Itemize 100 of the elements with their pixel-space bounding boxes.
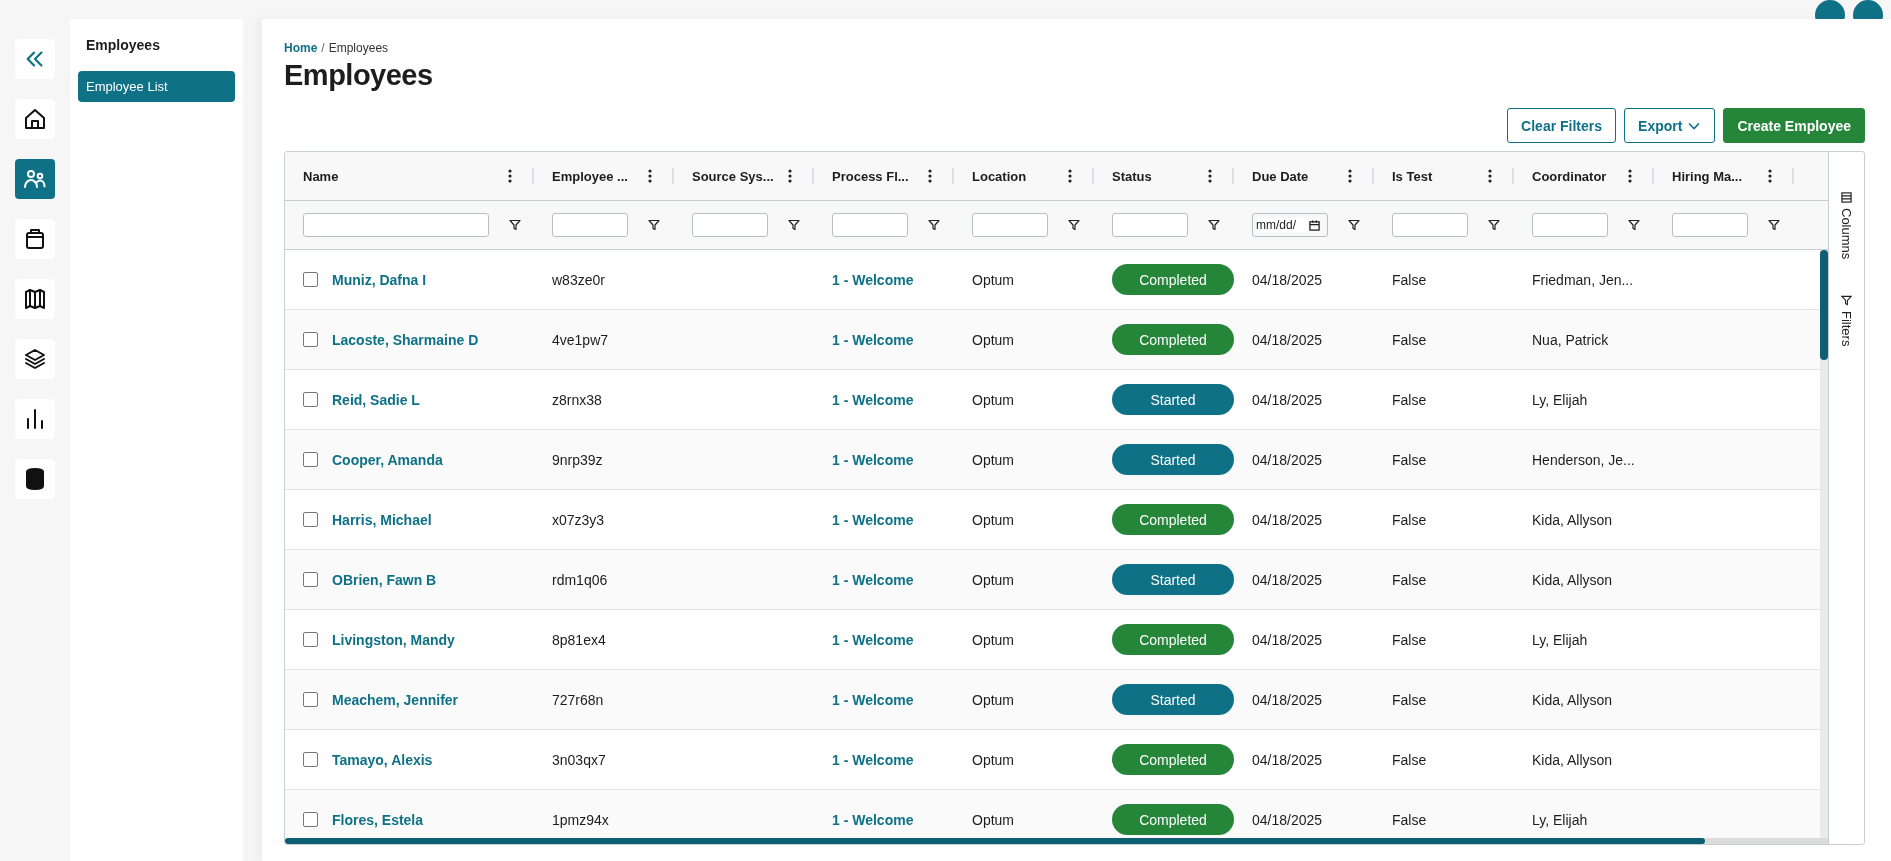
is-test-cell: False bbox=[1392, 271, 1427, 288]
kebab-menu-icon[interactable] bbox=[648, 169, 652, 183]
kebab-menu-icon[interactable] bbox=[508, 169, 512, 183]
process-flow-link[interactable]: 1 - Welcome bbox=[832, 691, 914, 708]
filter-icon[interactable] bbox=[1068, 219, 1080, 231]
employee-name-link[interactable]: OBrien, Fawn B bbox=[332, 571, 437, 588]
column-header[interactable]: Employee ... bbox=[552, 168, 648, 184]
column-header[interactable]: Location bbox=[972, 168, 1068, 184]
collapse-button[interactable] bbox=[15, 39, 55, 79]
status-badge: Started bbox=[1112, 444, 1234, 475]
process-flow-link[interactable]: 1 - Welcome bbox=[832, 271, 914, 288]
nav-button[interactable] bbox=[15, 219, 55, 259]
filter-field[interactable] bbox=[303, 213, 489, 237]
checkbox[interactable] bbox=[303, 572, 318, 587]
process-flow-link[interactable]: 1 - Welcome bbox=[832, 331, 914, 348]
process-flow-link[interactable]: 1 - Welcome bbox=[832, 811, 914, 828]
nav-button[interactable] bbox=[15, 99, 55, 139]
filter-field[interactable] bbox=[972, 213, 1048, 237]
sidebar-item[interactable]: Employee List bbox=[78, 71, 235, 102]
nav-button[interactable] bbox=[15, 279, 55, 319]
filter-icon[interactable] bbox=[648, 219, 660, 231]
breadcrumb-item[interactable]: Employees bbox=[328, 41, 389, 55]
employee-name-link[interactable]: Harris, Michael bbox=[332, 511, 432, 528]
employee-name-link[interactable]: Livingston, Mandy bbox=[332, 631, 455, 648]
filter-icon[interactable] bbox=[788, 219, 800, 231]
create-employee-button[interactable]: Create Employee bbox=[1723, 108, 1865, 143]
kebab-menu-icon[interactable] bbox=[928, 169, 932, 183]
status-badge: Completed bbox=[1112, 624, 1234, 655]
process-flow-link[interactable]: 1 - Welcome bbox=[832, 511, 914, 528]
date-filter-field[interactable]: mm/dd/ bbox=[1252, 213, 1328, 237]
employee-name-link[interactable]: Meachem, Jennifer bbox=[332, 691, 459, 708]
kebab-menu-icon[interactable] bbox=[1628, 169, 1632, 183]
filter-field[interactable] bbox=[1112, 213, 1188, 237]
filter-field[interactable] bbox=[1392, 213, 1468, 237]
process-flow-link[interactable]: 1 - Welcome bbox=[832, 391, 914, 408]
kebab-menu-icon[interactable] bbox=[1068, 169, 1072, 183]
process-flow-link[interactable]: 1 - Welcome bbox=[832, 451, 914, 468]
breadcrumb-item[interactable]: Home bbox=[284, 41, 318, 55]
filter-icon[interactable] bbox=[1628, 219, 1640, 231]
clear-filters-button[interactable]: Clear Filters bbox=[1507, 108, 1617, 143]
kebab-menu-icon[interactable] bbox=[1208, 169, 1212, 183]
column-header[interactable]: Status bbox=[1112, 168, 1208, 184]
kebab-menu-icon[interactable] bbox=[1488, 169, 1492, 183]
filter-icon[interactable] bbox=[1768, 219, 1780, 231]
filter-field[interactable] bbox=[1532, 213, 1608, 237]
coordinator-cell: Henderson, Je... bbox=[1532, 451, 1635, 468]
filter-icon[interactable] bbox=[1488, 219, 1500, 231]
checkbox[interactable] bbox=[303, 452, 318, 467]
filter-icon[interactable] bbox=[928, 219, 940, 231]
vertical-scrollbar[interactable] bbox=[1820, 250, 1828, 838]
checkbox[interactable] bbox=[303, 332, 318, 347]
employee-name-link[interactable]: Cooper, Amanda bbox=[332, 451, 443, 468]
nav-button[interactable] bbox=[15, 399, 55, 439]
checkbox[interactable] bbox=[303, 512, 318, 527]
nav-button[interactable] bbox=[15, 459, 55, 499]
horizontal-scrollbar[interactable] bbox=[285, 838, 1828, 844]
checkbox[interactable] bbox=[303, 752, 318, 767]
kebab-menu-icon[interactable] bbox=[788, 169, 792, 183]
nav-button[interactable] bbox=[15, 339, 55, 379]
column-header[interactable]: Coordinator bbox=[1532, 168, 1628, 184]
filter-icon[interactable] bbox=[509, 219, 521, 231]
process-flow-link[interactable]: 1 - Welcome bbox=[832, 571, 914, 588]
checkbox[interactable] bbox=[303, 272, 318, 287]
people-icon bbox=[23, 167, 47, 191]
coordinator-cell: Ly, Elijah bbox=[1532, 811, 1588, 828]
filter-field[interactable] bbox=[552, 213, 628, 237]
kebab-menu-icon[interactable] bbox=[1348, 169, 1352, 183]
employee-name-link[interactable]: Reid, Sadie L bbox=[332, 391, 420, 408]
employee-name-link[interactable]: Flores, Estela bbox=[332, 811, 424, 828]
home-icon bbox=[23, 107, 47, 131]
employee-name-link[interactable]: Lacoste, Sharmaine D bbox=[332, 331, 479, 348]
column-header[interactable]: Process Fl... bbox=[832, 168, 928, 184]
employee-name-link[interactable]: Muniz, Dafna I bbox=[332, 271, 427, 288]
filters-tab[interactable]: Filters bbox=[1839, 295, 1854, 347]
checkbox[interactable] bbox=[303, 812, 318, 827]
process-flow-link[interactable]: 1 - Welcome bbox=[832, 751, 914, 768]
column-header[interactable]: Source Sys... bbox=[692, 168, 788, 184]
filter-field[interactable] bbox=[1672, 213, 1748, 237]
columns-tab[interactable]: Columns bbox=[1839, 192, 1854, 260]
columns-icon bbox=[1841, 192, 1852, 203]
location-cell: Optum bbox=[972, 691, 1014, 708]
filter-icon[interactable] bbox=[1208, 219, 1220, 231]
checkbox[interactable] bbox=[303, 692, 318, 707]
filter-icon[interactable] bbox=[1348, 219, 1360, 231]
status-badge: Started bbox=[1112, 384, 1234, 415]
process-flow-link[interactable]: 1 - Welcome bbox=[832, 631, 914, 648]
export-button[interactable]: Export bbox=[1624, 108, 1716, 143]
filter-field[interactable] bbox=[832, 213, 908, 237]
coordinator-cell: Kida, Allyson bbox=[1532, 751, 1613, 768]
filter-field[interactable] bbox=[692, 213, 768, 237]
employee-name-link[interactable]: Tamayo, Alexis bbox=[332, 751, 433, 768]
kebab-menu-icon[interactable] bbox=[1768, 169, 1772, 183]
column-header[interactable]: Hiring Ma... bbox=[1672, 168, 1768, 184]
column-header[interactable]: Due Date bbox=[1252, 168, 1348, 184]
column-header[interactable]: Name bbox=[303, 168, 508, 184]
status-badge: Completed bbox=[1112, 504, 1234, 535]
checkbox[interactable] bbox=[303, 392, 318, 407]
is-test-cell: False bbox=[1392, 511, 1427, 528]
checkbox[interactable] bbox=[303, 632, 318, 647]
column-header[interactable]: Is Test bbox=[1392, 168, 1488, 184]
